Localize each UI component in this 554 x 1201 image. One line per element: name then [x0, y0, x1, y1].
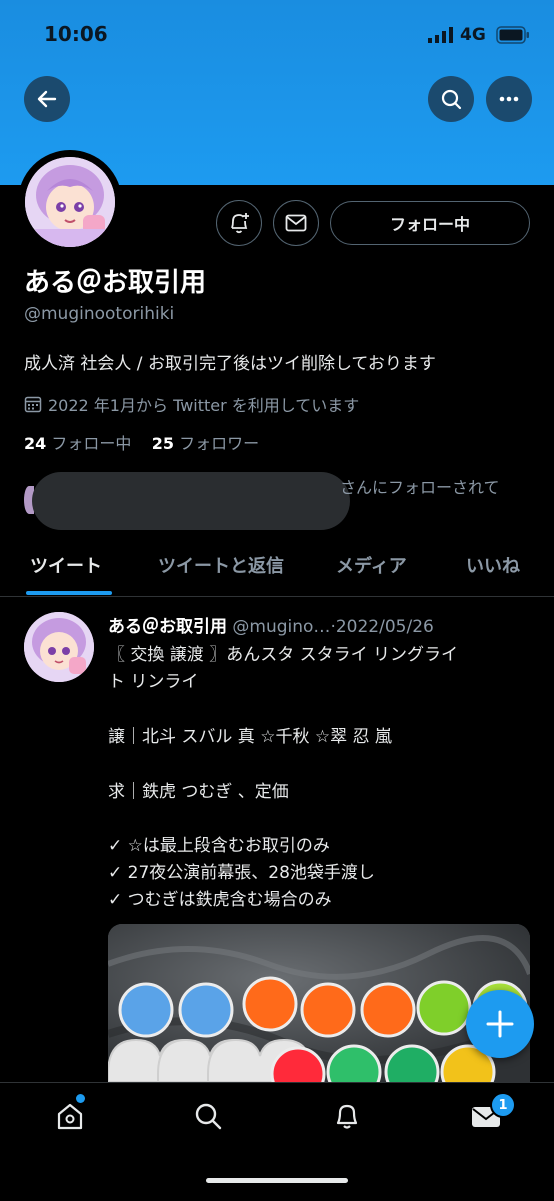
nav-search[interactable] — [192, 1100, 224, 1132]
back-arrow-icon — [37, 90, 57, 108]
status-time: 10:06 — [44, 22, 108, 46]
follow-counts: 24 フォロー中 25 フォロワー — [24, 430, 259, 454]
envelope-icon — [285, 214, 307, 232]
more-button[interactable] — [486, 76, 532, 122]
tweet-line: 譲｜北斗 スバル 真 ☆千秋 ☆翠 忍 嵐 — [108, 727, 392, 747]
following-label: フォロー中 — [51, 434, 132, 453]
network-type: 4G — [460, 25, 486, 45]
followed-by-row[interactable] — [24, 472, 350, 530]
tabs-divider — [0, 596, 554, 597]
plus-icon — [486, 1010, 514, 1038]
joined-text: 2022 年1月から Twitter を利用しています — [48, 396, 360, 415]
tweet-line: ✓ ☆は最上段含むお取引のみ — [108, 836, 330, 856]
followers-label: フォロワー — [179, 434, 260, 453]
message-button[interactable] — [273, 200, 319, 246]
back-button[interactable] — [24, 76, 70, 122]
nav-notifications[interactable] — [331, 1100, 363, 1132]
home-indicator — [206, 1178, 348, 1183]
search-icon — [195, 1103, 222, 1130]
tweet-photo — [108, 924, 530, 1082]
tweet-date[interactable]: 2022/05/26 — [336, 617, 434, 637]
signal-icon — [428, 27, 454, 47]
tab-likes[interactable]: いいね — [466, 552, 520, 578]
following-link[interactable]: 24 フォロー中 — [24, 434, 131, 453]
profile-avatar[interactable] — [18, 150, 122, 254]
tweet-line: ✓ 27夜公演前幕張、28池袋手渡し — [108, 863, 375, 883]
search-icon — [441, 89, 462, 110]
home-icon — [57, 1103, 83, 1130]
followers-link[interactable]: 25 フォロワー — [152, 434, 259, 453]
bell-icon — [336, 1104, 358, 1129]
messages-badge: 1 — [490, 1092, 516, 1118]
following-count: 24 — [24, 434, 47, 453]
home-dot — [76, 1094, 85, 1103]
calendar-icon — [24, 396, 42, 413]
tweet-line: ✓ つむぎは鉄虎含む場合のみ — [108, 890, 332, 910]
bell-plus-icon — [231, 213, 249, 234]
tweet-line: 〖 交換 譲渡 〗あんスタ スタライ リングライ — [108, 645, 459, 665]
joined-row: 2022 年1月から Twitter を利用しています — [24, 392, 359, 416]
avatar-image — [24, 612, 94, 682]
bio: 成人済 社会人 / お取引完了後はツイ削除しております — [24, 354, 436, 374]
compose-button[interactable] — [466, 990, 534, 1058]
nav-home[interactable] — [54, 1094, 86, 1132]
tab-tweets[interactable]: ツイート — [30, 552, 102, 578]
tweet-line: 求｜鉄虎 つむぎ 、定価 — [108, 782, 289, 802]
more-icon — [499, 96, 519, 102]
tweet-image[interactable] — [108, 924, 530, 1082]
handle: @muginootorihiki — [24, 304, 175, 324]
battery-icon — [496, 26, 530, 48]
search-button[interactable] — [428, 76, 474, 122]
nav-messages[interactable]: 1 — [470, 1092, 516, 1132]
tab-media[interactable]: メディア — [336, 552, 407, 578]
avatar-image — [25, 157, 115, 247]
tweet-author-handle[interactable]: @mugino… — [232, 617, 330, 637]
notifications-button[interactable] — [216, 200, 262, 246]
followers-count: 25 — [151, 434, 174, 453]
following-button[interactable]: フォロー中 — [330, 201, 530, 245]
display-name: ある＠お取引用 — [24, 268, 207, 298]
redacted-block — [32, 472, 350, 530]
followed-by-text: さんにフォローされて — [340, 478, 500, 497]
tweet-header: ある＠お取引用 @mugino…·2022/05/26 — [108, 612, 434, 637]
tweet-avatar[interactable] — [24, 612, 94, 682]
tweet-author-name[interactable]: ある＠お取引用 — [108, 617, 227, 637]
active-tab-indicator — [26, 591, 112, 595]
tab-tweets-replies[interactable]: ツイートと返信 — [158, 552, 284, 578]
tweet-line: ト リンライ — [108, 672, 199, 692]
